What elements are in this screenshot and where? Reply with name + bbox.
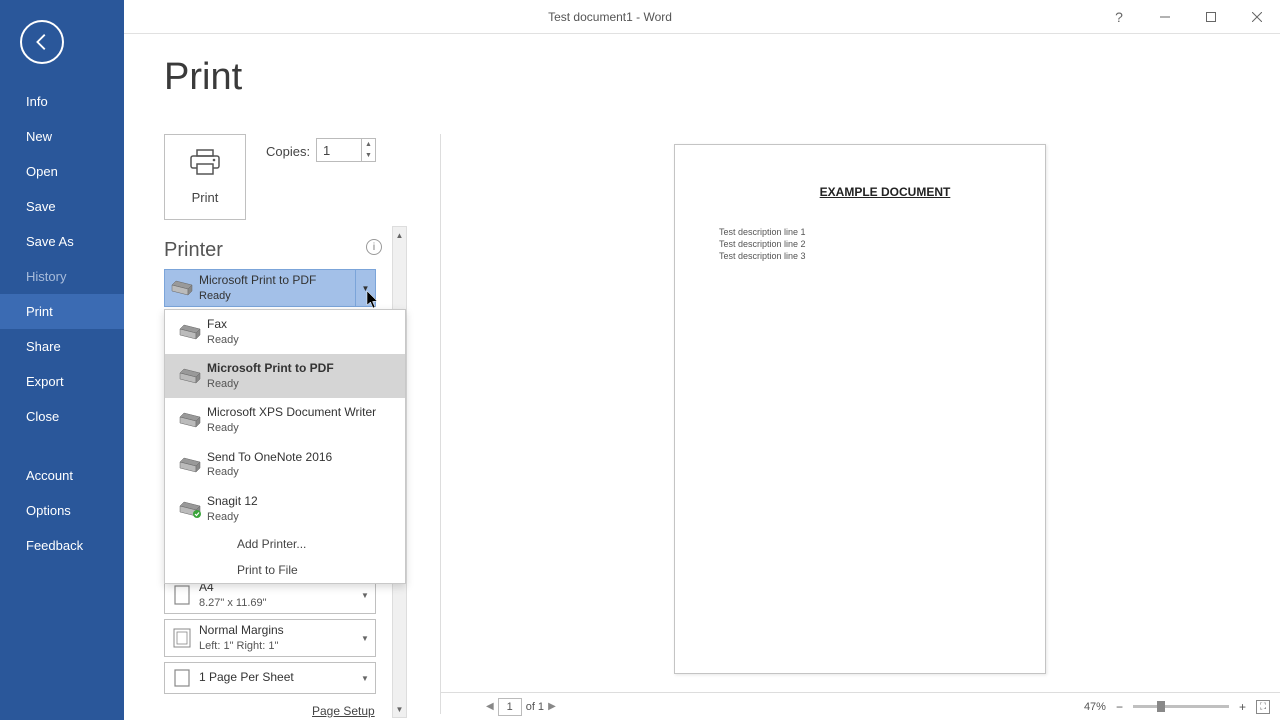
- printer-select[interactable]: Microsoft Print to PDF Ready ▼: [164, 269, 376, 307]
- sidebar-item-account[interactable]: Account: [0, 458, 124, 493]
- sidebar-item-info[interactable]: Info: [0, 84, 124, 119]
- sidebar-item-save[interactable]: Save: [0, 189, 124, 224]
- sidebar-item-close[interactable]: Close: [0, 399, 124, 434]
- scroll-up-icon[interactable]: ▲: [393, 227, 406, 243]
- copies-value: 1: [317, 143, 361, 158]
- printer-device-icon: [173, 411, 207, 429]
- printer-option-onenote[interactable]: Send To OneNote 2016Ready: [165, 443, 405, 487]
- sidebar-item-share[interactable]: Share: [0, 329, 124, 364]
- copies-label: Copies:: [266, 144, 310, 159]
- maximize-button[interactable]: [1188, 7, 1234, 27]
- print-preview: EXAMPLE DOCUMENT Test description line 1…: [674, 144, 1046, 674]
- printer-info-icon[interactable]: i: [366, 239, 382, 255]
- page-number-input[interactable]: 1: [498, 698, 522, 716]
- zoom-fit-button[interactable]: ⛶: [1256, 700, 1270, 714]
- zoom-controls: 47% − + ⛶: [1084, 700, 1270, 714]
- print-button-label: Print: [192, 190, 219, 205]
- printer-dropdown: FaxReady Microsoft Print to PDFReady Mic…: [164, 309, 406, 584]
- print-to-file-action[interactable]: Print to File: [165, 557, 405, 583]
- preview-line: Test description line 1: [719, 227, 1015, 237]
- preview-footer: ◀ 1 of 1 ▶ 47% − + ⛶: [440, 692, 1280, 720]
- chevron-down-icon: ▼: [355, 591, 375, 600]
- help-button[interactable]: ?: [1096, 9, 1142, 25]
- preview-line: Test description line 2: [719, 239, 1015, 249]
- printer-device-icon: [173, 323, 207, 341]
- page-total-label: of 1: [526, 701, 544, 713]
- sheet-icon: [165, 669, 199, 687]
- prev-page-button[interactable]: ◀: [486, 701, 494, 712]
- chevron-down-icon[interactable]: ▼: [355, 270, 375, 306]
- chevron-down-icon: ▼: [355, 634, 375, 643]
- zoom-in-button[interactable]: +: [1239, 700, 1246, 714]
- scroll-down-icon[interactable]: ▼: [393, 701, 406, 717]
- backstage-sidebar: Info New Open Save Save As History Print…: [0, 0, 124, 720]
- margins-icon: [165, 628, 199, 648]
- preview-title: EXAMPLE DOCUMENT: [755, 185, 1015, 199]
- page-navigator: ◀ 1 of 1 ▶: [486, 698, 556, 716]
- printer-icon: [190, 149, 220, 182]
- minimize-button[interactable]: [1142, 7, 1188, 27]
- sidebar-item-history[interactable]: History: [0, 259, 124, 294]
- sidebar-item-feedback[interactable]: Feedback: [0, 528, 124, 563]
- page-title: Print: [164, 56, 242, 99]
- zoom-out-button[interactable]: −: [1116, 700, 1123, 714]
- printer-option-fax[interactable]: FaxReady: [165, 310, 405, 354]
- close-button[interactable]: [1234, 7, 1280, 27]
- titlebar: Test document1 - Word ?: [124, 0, 1280, 34]
- sidebar-item-saveas[interactable]: Save As: [0, 224, 124, 259]
- divider: [440, 134, 441, 714]
- copies-spinner[interactable]: ▲▼: [361, 139, 375, 161]
- next-page-button[interactable]: ▶: [548, 701, 556, 712]
- sidebar-item-open[interactable]: Open: [0, 154, 124, 189]
- pages-per-sheet-select[interactable]: 1 Page Per Sheet ▼: [164, 662, 376, 694]
- printer-selected-status: Ready: [199, 289, 355, 303]
- printer-device-icon: [173, 500, 207, 518]
- printer-option-xps[interactable]: Microsoft XPS Document WriterReady: [165, 398, 405, 442]
- page-setup-link[interactable]: Page Setup: [312, 704, 375, 718]
- printer-device-icon: [173, 456, 207, 474]
- paper-icon: [165, 585, 199, 605]
- add-printer-action[interactable]: Add Printer...: [165, 531, 405, 557]
- copies-input[interactable]: 1 ▲▼: [316, 138, 376, 162]
- printer-device-icon: [173, 367, 207, 385]
- sidebar-item-new[interactable]: New: [0, 119, 124, 154]
- printer-option-pdf[interactable]: Microsoft Print to PDFReady: [165, 354, 405, 398]
- sidebar-item-print[interactable]: Print: [0, 294, 124, 329]
- sidebar-item-export[interactable]: Export: [0, 364, 124, 399]
- printer-selected-name: Microsoft Print to PDF: [199, 273, 355, 289]
- print-button[interactable]: Print: [164, 134, 246, 220]
- zoom-percent: 47%: [1084, 701, 1106, 713]
- preview-line: Test description line 3: [719, 251, 1015, 261]
- window-title: Test document1 - Word: [124, 10, 1096, 24]
- zoom-slider[interactable]: [1133, 705, 1229, 708]
- margins-select[interactable]: Normal MarginsLeft: 1" Right: 1" ▼: [164, 619, 376, 657]
- printer-device-icon: [165, 279, 199, 297]
- printer-option-snagit[interactable]: Snagit 12Ready: [165, 487, 405, 531]
- print-content: Print Print Copies: 1 ▲▼ Printer i ▲ ▼ M…: [124, 34, 1280, 720]
- sidebar-item-options[interactable]: Options: [0, 493, 124, 528]
- printer-heading: Printer: [164, 239, 223, 262]
- back-button[interactable]: [20, 20, 64, 64]
- chevron-down-icon: ▼: [355, 674, 375, 683]
